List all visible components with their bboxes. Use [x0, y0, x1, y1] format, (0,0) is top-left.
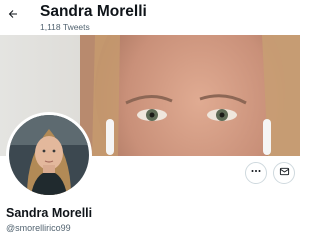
profile-header: Sandra Morelli 1,118 Tweets [0, 0, 300, 35]
avatar[interactable] [6, 112, 92, 198]
message-button[interactable] [273, 162, 295, 184]
arrow-left-icon [7, 7, 19, 25]
back-button[interactable] [2, 5, 24, 27]
header-title: Sandra Morelli [40, 3, 147, 20]
more-button[interactable] [245, 162, 267, 184]
profile-handle: @smorellirico99 [6, 223, 71, 233]
more-horizontal-icon [250, 164, 262, 182]
tweet-count: 1,118 Tweets [40, 22, 90, 32]
profile-name: Sandra Morelli [6, 206, 93, 220]
envelope-icon [279, 164, 290, 182]
